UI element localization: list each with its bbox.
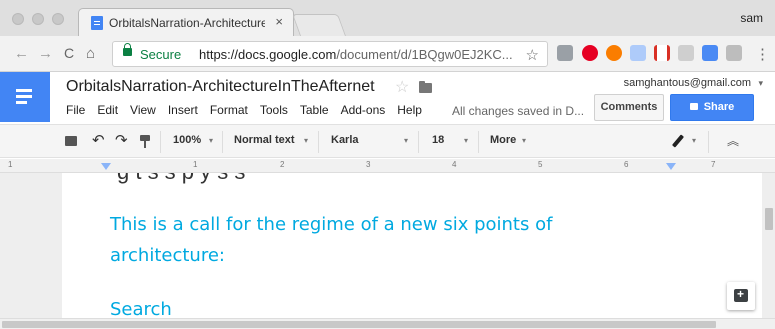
menu-insert[interactable]: Insert xyxy=(168,103,198,117)
star-document-icon[interactable]: ☆ xyxy=(395,77,409,97)
pencil-ext-icon[interactable] xyxy=(702,45,718,61)
drive-icon[interactable] xyxy=(678,45,694,61)
home-icon[interactable]: ⌂ xyxy=(86,45,95,62)
chevron-down-icon: ▾ xyxy=(522,136,527,145)
secure-label: Secure xyxy=(140,47,182,62)
print-icon[interactable] xyxy=(65,136,77,146)
lock-icon xyxy=(689,103,698,110)
doc-icon[interactable] xyxy=(630,45,646,61)
google-docs-favicon-icon xyxy=(91,16,103,30)
account-caret-icon[interactable]: ▾ xyxy=(758,78,763,89)
right-indent-marker-icon[interactable] xyxy=(666,163,676,170)
menu-tools[interactable]: Tools xyxy=(260,103,288,117)
collapse-menus-icon[interactable]: ︽ xyxy=(727,132,739,149)
ruler-number: 3 xyxy=(366,160,371,169)
document-title[interactable]: OrbitalsNarration-ArchitectureInTheAfter… xyxy=(66,78,375,96)
save-status[interactable]: All changes saved in D... xyxy=(452,104,584,118)
tab-title: OrbitalsNarration-Architecture xyxy=(109,16,265,30)
separator xyxy=(708,131,709,153)
menu-add-ons[interactable]: Add-ons xyxy=(341,103,386,117)
horizontal-scrollbar[interactable] xyxy=(0,318,775,329)
pinterest-icon[interactable] xyxy=(582,45,598,61)
bookmark-star-icon[interactable]: ☆ xyxy=(526,46,539,64)
more-button[interactable]: More xyxy=(490,134,516,146)
document-canvas[interactable]: g t s s p y s s This is a call for the r… xyxy=(0,173,775,318)
explore-icon xyxy=(734,287,748,302)
opera-icon[interactable] xyxy=(606,45,622,61)
formatting-toolbar: ↶ ↷ 100% ▾ Normal text ▾ Karla ▾ 18 ▾ Mo… xyxy=(0,124,775,158)
address-bar[interactable]: Secure https://docs.google.com/document/… xyxy=(112,41,548,67)
ruler: 1 1 2 3 4 5 6 7 xyxy=(0,159,775,173)
body-paragraph[interactable]: This is a call for the regime of a new s… xyxy=(110,209,630,271)
zoom-window-button[interactable] xyxy=(52,13,64,25)
ruler-number: 4 xyxy=(452,160,457,169)
browser-tab[interactable]: OrbitalsNarration-Architecture × xyxy=(78,8,294,36)
clipped-heading-text: g t s s p y s s xyxy=(117,173,245,185)
menu-edit[interactable]: Edit xyxy=(97,103,118,117)
ruler-number: 1 xyxy=(193,160,198,169)
url-text[interactable]: https://docs.google.com/document/d/1BQgw… xyxy=(199,47,513,62)
document-page[interactable]: g t s s p y s s This is a call for the r… xyxy=(62,173,762,318)
browser-navbar: ← → C ⌂ Secure https://docs.google.com/d… xyxy=(0,36,775,72)
vertical-scrollbar-thumb[interactable] xyxy=(765,208,773,230)
redo-icon[interactable]: ↷ xyxy=(115,131,128,149)
paint-format-icon[interactable] xyxy=(140,135,150,148)
ruler-number: 7 xyxy=(711,160,716,169)
chevron-down-icon: ▾ xyxy=(404,136,409,145)
folder-icon[interactable] xyxy=(419,81,432,93)
horizontal-scrollbar-thumb[interactable] xyxy=(2,321,716,328)
menu-format[interactable]: Format xyxy=(210,103,248,117)
undo-icon[interactable]: ↶ xyxy=(92,131,105,149)
reload-icon[interactable]: C xyxy=(64,45,74,61)
chevron-down-icon[interactable]: ▾ xyxy=(692,136,696,145)
menu-dots-icon[interactable]: ⋮ xyxy=(755,45,770,63)
font-select[interactable]: Karla xyxy=(331,134,359,146)
account-email[interactable]: samghantous@gmail.com xyxy=(624,77,751,89)
editing-mode-pencil-icon[interactable] xyxy=(671,134,685,148)
separator xyxy=(160,131,161,153)
menu-view[interactable]: View xyxy=(130,103,156,117)
minimize-window-button[interactable] xyxy=(32,13,44,25)
forward-icon[interactable]: → xyxy=(38,45,53,62)
url-path: /document/d/1BQgw0EJ2KC... xyxy=(336,47,513,62)
tab-close-icon[interactable]: × xyxy=(275,14,283,29)
chevron-down-icon: ▾ xyxy=(464,136,469,145)
separator xyxy=(478,131,479,153)
zoom-select[interactable]: 100% xyxy=(173,134,201,146)
browser-titlebar: OrbitalsNarration-Architecture × sam xyxy=(0,0,775,36)
menu-table[interactable]: Table xyxy=(300,103,329,117)
docs-menubar: File Edit View Insert Format Tools Table… xyxy=(66,103,434,117)
bars-icon[interactable] xyxy=(654,45,670,61)
menu-file[interactable]: File xyxy=(66,103,85,117)
share-button[interactable]: Share xyxy=(670,94,754,121)
docs-home-icon[interactable] xyxy=(0,72,50,122)
ruler-number: 5 xyxy=(538,160,543,169)
body-next-line[interactable]: Search xyxy=(110,299,172,318)
ruler-number: 6 xyxy=(624,160,629,169)
docs-header: OrbitalsNarration-ArchitectureInTheAfter… xyxy=(0,72,775,122)
ruler-number: 2 xyxy=(280,160,285,169)
separator xyxy=(318,131,319,153)
separator xyxy=(222,131,223,153)
camera-icon[interactable] xyxy=(726,45,742,61)
chevron-down-icon: ▾ xyxy=(209,136,214,145)
explore-button[interactable] xyxy=(727,282,755,310)
separator xyxy=(418,131,419,153)
profile-name[interactable]: sam xyxy=(740,11,763,25)
share-label: Share xyxy=(703,101,735,113)
paragraph-style-select[interactable]: Normal text xyxy=(234,134,295,146)
menu-help[interactable]: Help xyxy=(397,103,422,117)
lock-icon xyxy=(123,43,132,56)
close-window-button[interactable] xyxy=(12,13,24,25)
back-icon[interactable]: ← xyxy=(14,45,29,62)
left-indent-marker-icon[interactable] xyxy=(101,163,111,170)
docs-ext-icon[interactable] xyxy=(557,45,573,61)
url-host: https://docs.google.com xyxy=(199,47,337,62)
chevron-down-icon: ▾ xyxy=(304,136,309,145)
new-tab-button[interactable] xyxy=(291,14,347,36)
ruler-number: 1 xyxy=(8,160,13,169)
comments-button[interactable]: Comments xyxy=(594,94,664,121)
font-size-select[interactable]: 18 xyxy=(432,134,444,146)
